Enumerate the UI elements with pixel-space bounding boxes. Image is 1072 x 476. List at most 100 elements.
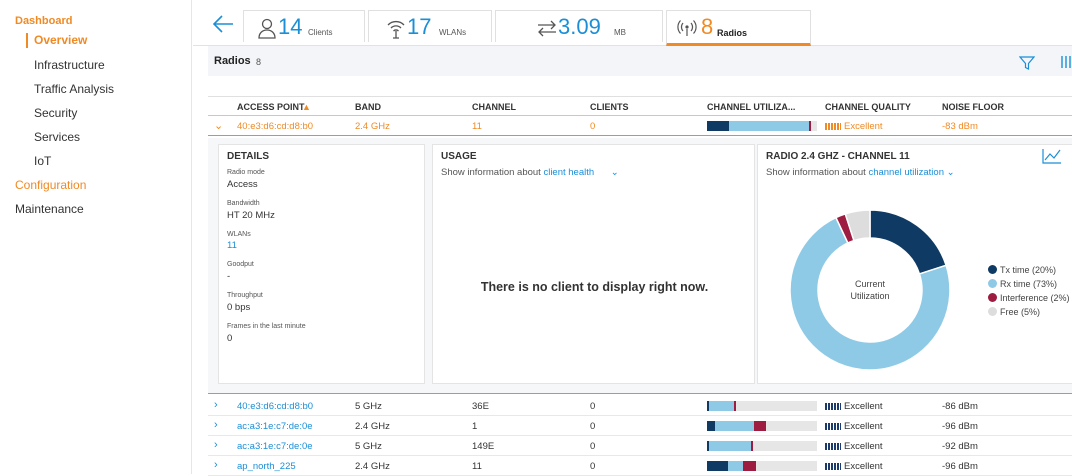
sidebar-item-infrastructure[interactable]: Infrastructure (34, 58, 105, 72)
cell-clients: 0 (590, 421, 596, 432)
col-band[interactable]: BAND (355, 102, 381, 112)
sidebar-item-services[interactable]: Services (34, 130, 80, 144)
donut-slice-tx-time (869, 209, 948, 275)
cell-quality: Excellent (825, 421, 883, 432)
sidebar-item-maintenance[interactable]: Maintenance (15, 202, 84, 216)
table-row[interactable]: › ap_north_225 2.4 GHz 11 0 Excellent -96 dBm (208, 456, 1072, 476)
legend-free-label: Free (5%) (1000, 307, 1041, 317)
arrow-left-icon[interactable] (211, 12, 235, 36)
columns-icon[interactable] (1059, 55, 1072, 69)
legend-interference-label: Interference (2%) (1000, 293, 1070, 303)
cell-access-point[interactable]: 40:e3:d6:cd:d8:b0 (237, 401, 313, 412)
cell-band: 5 GHz (355, 401, 382, 412)
cell-access-point[interactable]: ac:a3:1e:c7:de:0e (237, 441, 313, 452)
cell-quality: Excellent (825, 401, 883, 412)
detail-value-goodput: - (227, 271, 231, 282)
util-interference-segment (754, 421, 766, 431)
quality-label: Excellent (844, 421, 883, 432)
table-row-selected[interactable]: ⌄ 40:e3:d6:cd:d8:b0 2.4 GHz 11 0 Excelle… (208, 116, 1072, 136)
col-access-point[interactable]: ACCESS POINT (237, 102, 305, 112)
cell-channel: 11 (472, 121, 482, 132)
sidebar-item-iot[interactable]: IoT (34, 154, 51, 168)
clients-card[interactable]: 14 Clients (243, 10, 365, 42)
cell-noise: -83 dBm (942, 121, 978, 132)
util-tx-segment (707, 461, 728, 471)
legend-free: Free (5%) (988, 307, 1040, 317)
cell-access-point[interactable]: ap_north_225 (237, 461, 296, 472)
cell-channel: 11 (472, 461, 482, 472)
cell-noise: -92 dBm (942, 441, 978, 452)
col-channel[interactable]: CHANNEL (472, 102, 516, 112)
radios-section-header: Radios 8 (208, 46, 1072, 76)
trend-chart-icon[interactable] (1042, 148, 1062, 164)
radio-icon (677, 20, 697, 36)
empty-message: There is no client to display right now. (480, 280, 709, 294)
throughput-value: 3.09 (558, 14, 601, 39)
throughput-card[interactable]: 3.09 MB (495, 10, 663, 42)
quality-bars-icon (825, 442, 841, 450)
cell-clients: 0 (590, 441, 596, 452)
util-tx-segment (707, 121, 729, 131)
radio-info-prefix: Show information about (766, 167, 866, 178)
summary-bar: 14 Clients 17 WLANs 3.09 MB 8 Radios (193, 0, 1072, 46)
util-rx-segment (715, 421, 754, 431)
detail-value-frames: 0 (227, 333, 233, 344)
col-channel-quality[interactable]: CHANNEL QUALITY (825, 102, 911, 112)
table-row[interactable]: › 40:e3:d6:cd:d8:b0 5 GHz 36E 0 Excellent -86 … (208, 396, 1072, 416)
sidebar-item-overview[interactable]: Overview (26, 33, 87, 48)
col-noise-floor[interactable]: NOISE FLOOR (942, 102, 1004, 112)
chevron-right-icon[interactable]: › (214, 399, 218, 411)
details-panel: DETAILS Radio mode Access Bandwidth HT 2… (218, 144, 425, 384)
quality-bars-icon (825, 122, 841, 130)
radios-card[interactable]: 8 Radios (666, 10, 811, 46)
sidebar-item-traffic-analysis[interactable]: Traffic Analysis (34, 82, 114, 96)
radios-count: 8 (701, 14, 714, 39)
sidebar-item-security[interactable]: Security (34, 106, 77, 120)
util-interference-segment (743, 461, 756, 471)
chevron-down-icon[interactable]: ⌄ (214, 119, 223, 132)
detail-value-wlans[interactable]: 11 (227, 240, 237, 251)
cell-channel: 1 (472, 421, 478, 432)
radio-info: Show information about channel utilizati… (766, 167, 955, 178)
cell-band: 2.4 GHz (355, 461, 390, 472)
utilization-bar (707, 401, 817, 411)
col-channel-utilization[interactable]: CHANNEL UTILIZA... (707, 102, 795, 112)
cell-access-point[interactable]: 40:e3:d6:cd:d8:b0 (237, 121, 313, 132)
cell-band: 2.4 GHz (355, 121, 390, 132)
legend-tx-label: Tx time (20%) (1000, 265, 1057, 275)
table-row[interactable]: › ac:a3:1e:c7:de:0e 5 GHz 149E 0 Excellent -92… (208, 436, 1072, 456)
table-row[interactable]: › ac:a3:1e:c7:de:0e 2.4 GHz 1 0 Excellent -96 … (208, 416, 1072, 436)
table-header: ACCESS POINT ▲ BAND CHANNEL CLIENTS CHAN… (208, 96, 1072, 116)
legend-rx-label: Rx time (73%) (1000, 279, 1058, 289)
sort-asc-icon[interactable]: ▲ (302, 102, 311, 112)
sidebar-item-dashboard[interactable]: Dashboard (15, 15, 72, 27)
cell-channel: 149E (472, 441, 495, 452)
util-interference-segment (809, 121, 811, 131)
detail-key-throughput: Throughput (227, 292, 263, 299)
chevron-right-icon[interactable]: › (214, 439, 218, 451)
cell-channel: 36E (472, 401, 489, 412)
usage-panel: USAGE Show information about client heal… (432, 144, 755, 384)
radio-panel-title: RADIO 2.4 GHZ - CHANNEL 11 (766, 151, 910, 162)
quality-label: Excellent (844, 461, 883, 472)
legend-interference: Interference (2%) (988, 293, 1070, 303)
detail-key-goodput: Goodput (227, 261, 254, 268)
filter-icon[interactable] (1019, 55, 1035, 71)
chevron-down-icon[interactable]: ⌄ (611, 167, 619, 178)
client-health-link[interactable]: client health (543, 167, 594, 178)
legend-tx: Tx time (20%) (988, 265, 1056, 275)
chevron-right-icon[interactable]: › (214, 419, 218, 431)
wlans-card[interactable]: 17 WLANs (368, 10, 492, 42)
cell-clients: 0 (590, 401, 596, 412)
cell-access-point[interactable]: ac:a3:1e:c7:de:0e (237, 421, 313, 432)
cell-noise: -96 dBm (942, 421, 978, 432)
chevron-down-icon[interactable]: ⌄ (947, 167, 955, 178)
cell-quality: Excellent (825, 461, 883, 472)
util-tx-segment (707, 421, 715, 431)
channel-utilization-link[interactable]: channel utilization (868, 167, 944, 178)
utilization-bar (707, 441, 817, 451)
col-clients[interactable]: CLIENTS (590, 102, 629, 112)
chevron-right-icon[interactable]: › (214, 459, 218, 471)
sidebar-item-configuration[interactable]: Configuration (15, 178, 86, 192)
util-rx-segment (728, 461, 743, 471)
